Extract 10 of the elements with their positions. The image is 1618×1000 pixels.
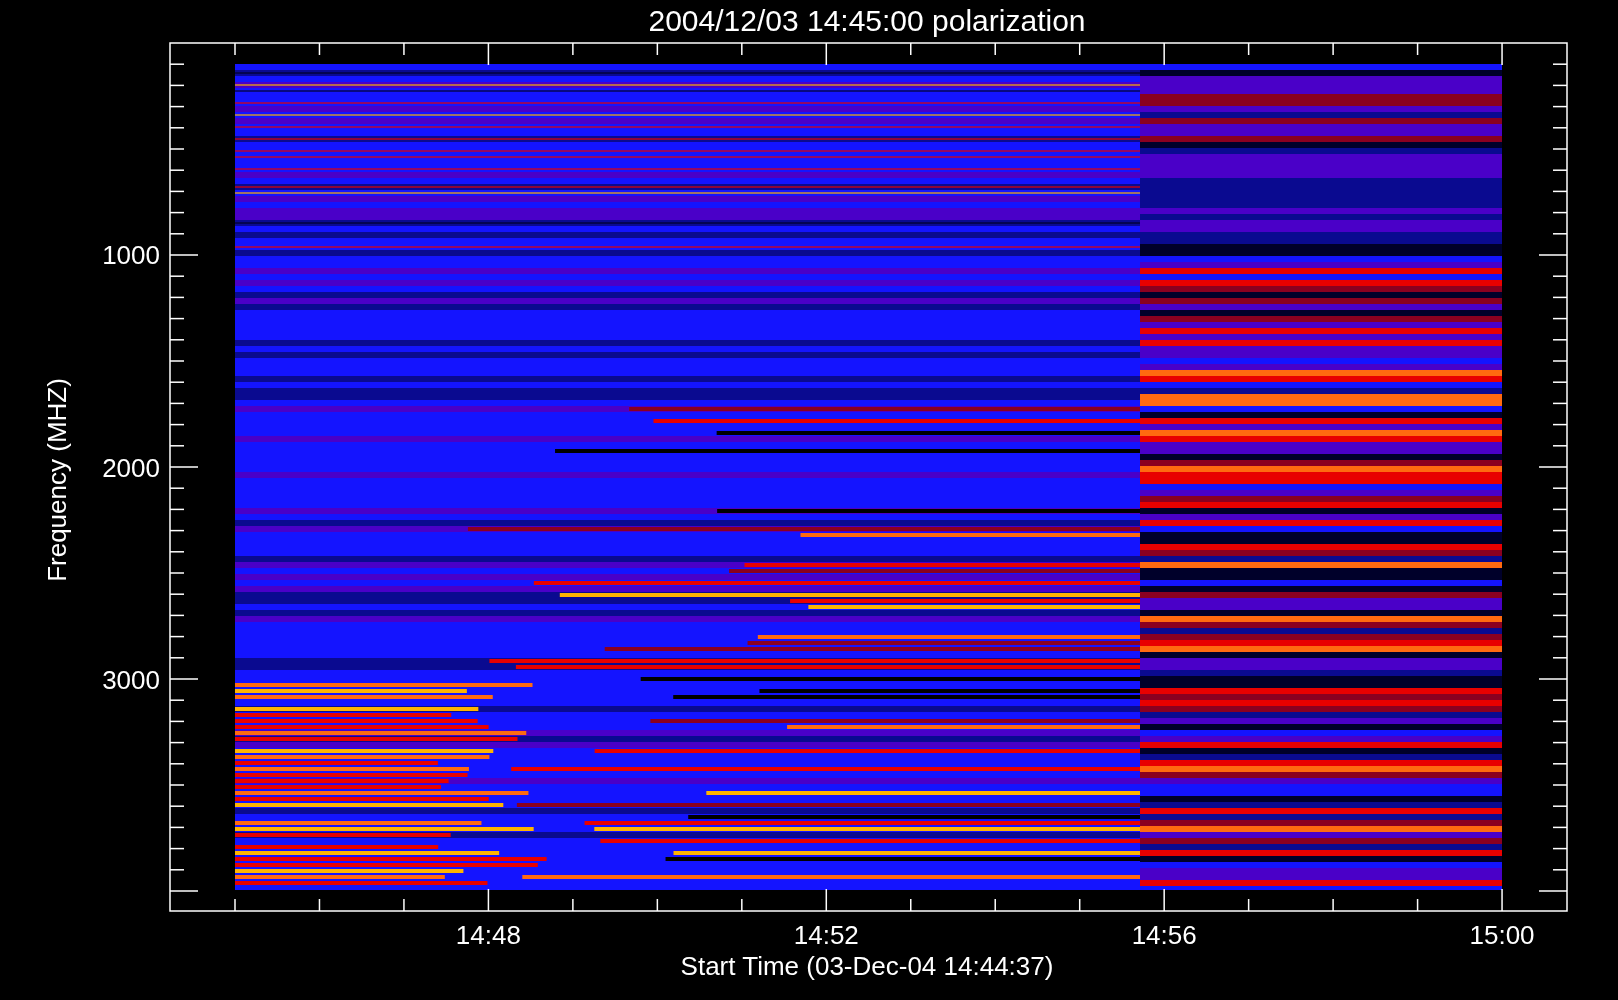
- tick-label: 3000: [102, 665, 160, 695]
- tick-label: 2000: [102, 452, 160, 483]
- tick-label: 14:52: [793, 920, 859, 950]
- tick-label: 14:48: [455, 920, 521, 950]
- tick-label: 15:00: [1469, 920, 1535, 950]
- chart-title: 2004/12/03 14:45:00 polarization: [648, 4, 1086, 37]
- x-axis-label: Start Time (03-Dec-04 14:44:37): [680, 951, 1054, 981]
- tick-label: 1000: [102, 240, 160, 270]
- y-axis-label: Frequency (MHZ): [42, 378, 72, 582]
- tick-label: 14:56: [1131, 920, 1197, 950]
